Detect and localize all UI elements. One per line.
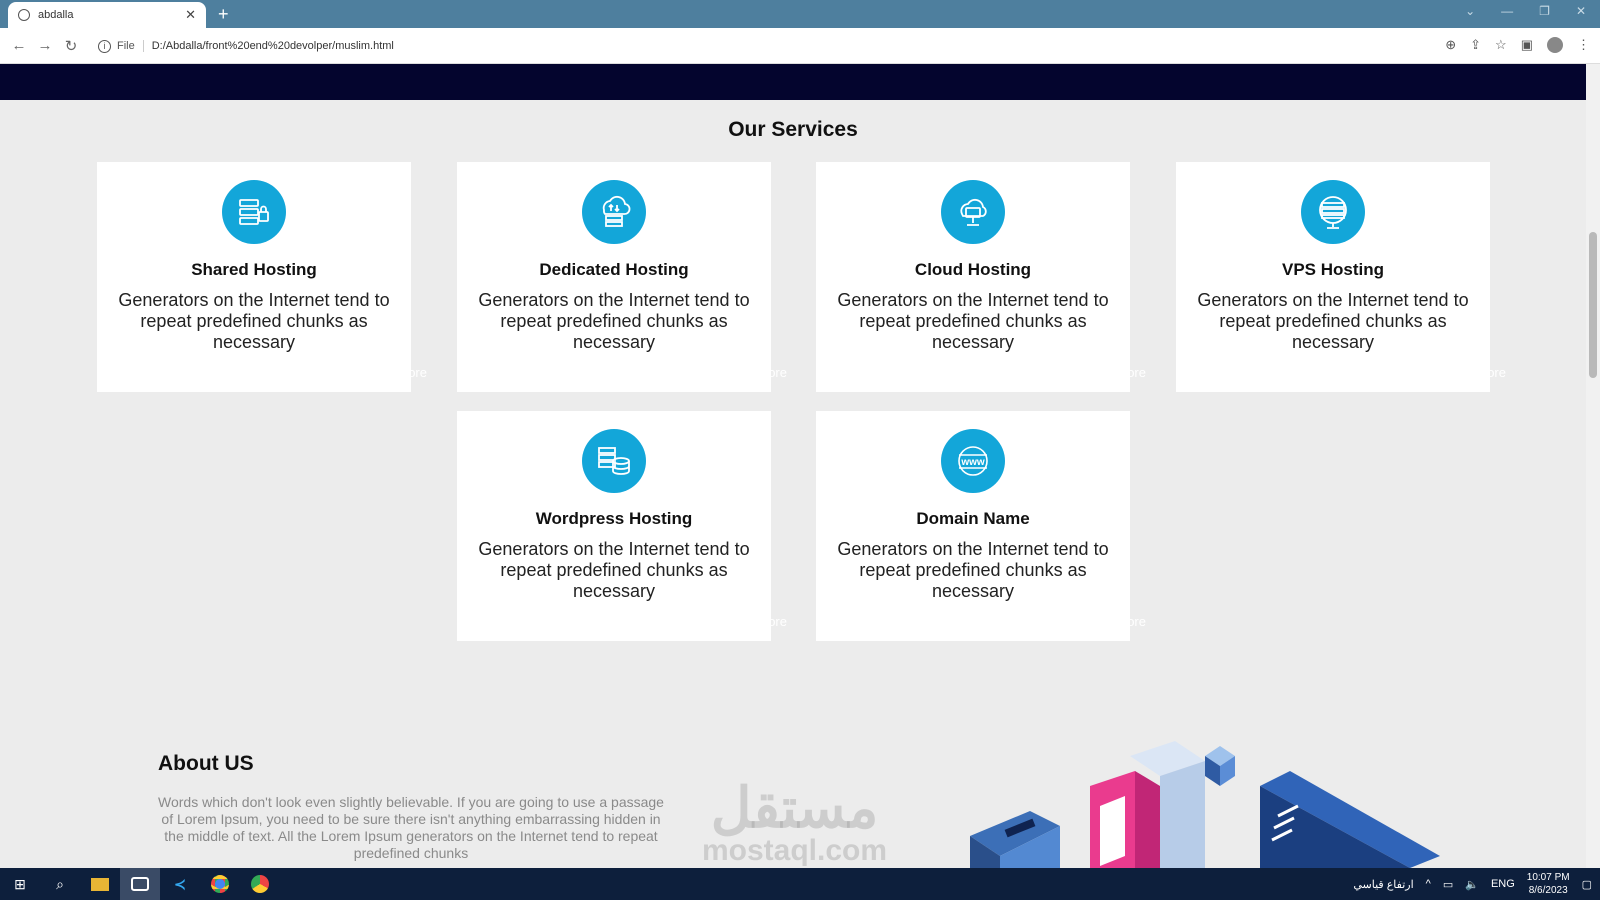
card-text: Generators on the Internet tend to repea… <box>478 539 750 601</box>
system-tray: ارتفاع قياسي ^ ▭ 🔈 ENG 10:07 PM 8/6/2023… <box>1353 868 1592 900</box>
read-more-link[interactable]: ore <box>768 365 787 380</box>
card-title: Dedicated Hosting <box>539 260 689 279</box>
domain-www-icon: www <box>941 429 1005 493</box>
clock-time: 10:07 PM <box>1526 872 1570 883</box>
card-text: Generators on the Internet tend to repea… <box>837 539 1109 601</box>
close-window-icon[interactable]: ✕ <box>1576 4 1586 18</box>
side-panel-icon[interactable]: ▣ <box>1521 37 1533 53</box>
back-icon[interactable]: ← <box>6 37 32 54</box>
card-title: Domain Name <box>916 509 1030 528</box>
network-icon[interactable]: ▭ <box>1443 878 1453 891</box>
clock[interactable]: 10:07 PM 8/6/2023 <box>1527 871 1570 897</box>
watermark-latin: mostaql.com <box>702 834 888 867</box>
card-title: VPS Hosting <box>1281 260 1384 279</box>
services-title: Our Services <box>728 118 858 141</box>
read-more-link[interactable]: ore <box>768 614 787 629</box>
dedicated-hosting-icon <box>582 180 646 244</box>
tray-chevron-icon[interactable]: ^ <box>1426 878 1431 890</box>
chrome-icon[interactable] <box>240 868 280 900</box>
bookmark-star-icon[interactable]: ☆ <box>1495 37 1507 53</box>
profile-avatar-icon[interactable] <box>1547 37 1563 53</box>
url-text[interactable]: D:/Abdalla/front%20end%20devolper/muslim… <box>152 40 394 52</box>
language-indicator[interactable]: ENG <box>1491 878 1515 890</box>
photos-app-icon[interactable] <box>120 868 160 900</box>
zoom-icon[interactable]: ⊕ <box>1445 37 1456 53</box>
page-scrollbar[interactable] <box>1586 64 1600 868</box>
address-bar[interactable]: i File D:/Abdalla/front%20end%20devolper… <box>92 34 1402 58</box>
vscode-icon[interactable]: ≺ <box>160 868 200 900</box>
read-more-link[interactable]: ore <box>408 365 427 380</box>
top-navbar <box>0 64 1586 100</box>
about-title: About US <box>158 752 254 775</box>
windows-start-icon[interactable]: ⊞ <box>0 868 40 900</box>
read-more-link[interactable]: ore <box>1487 365 1506 380</box>
service-card: Dedicated Hosting Generators on the Inte… <box>457 162 787 392</box>
card-title: Shared Hosting <box>191 260 317 279</box>
chrome-icon[interactable] <box>200 868 240 900</box>
weather-label[interactable]: ارتفاع قياسي <box>1353 878 1413 891</box>
url-scheme-label: File <box>117 40 144 52</box>
service-card: Cloud Hosting Generators on the Internet… <box>816 162 1146 392</box>
info-icon[interactable]: i <box>98 39 111 53</box>
reload-icon[interactable]: ↻ <box>58 37 84 55</box>
read-more-link[interactable]: ore <box>1127 365 1146 380</box>
tab-title: abdalla <box>38 9 74 21</box>
page-viewport: Our Services Shared Hosting Generators o… <box>0 64 1586 868</box>
mostaql-watermark: مستقل mostaql.com <box>702 776 888 867</box>
close-tab-icon[interactable]: ✕ <box>185 7 196 23</box>
share-icon[interactable]: ⇪ <box>1470 37 1481 53</box>
card-text: Generators on the Internet tend to repea… <box>837 290 1109 352</box>
service-card: www Domain Name Generators on the Intern… <box>816 411 1146 641</box>
window-controls: ⌄ — ❐ ✕ <box>1465 4 1586 18</box>
isometric-illustration <box>970 741 1440 868</box>
shared-hosting-icon <box>222 180 286 244</box>
card-title: Wordpress Hosting <box>535 509 693 528</box>
clock-date: 8/6/2023 <box>1528 885 1568 896</box>
card-text: Generators on the Internet tend to repea… <box>1197 290 1469 352</box>
browser-tab[interactable]: abdalla ✕ <box>8 2 206 28</box>
card-title: Cloud Hosting <box>914 260 1032 279</box>
file-explorer-icon[interactable] <box>80 868 120 900</box>
watermark-arabic: مستقل <box>710 776 879 839</box>
svg-text:www: www <box>960 457 985 468</box>
search-icon[interactable]: ⌕ <box>40 868 80 900</box>
about-text: Words which don't look even slightly bel… <box>158 794 664 861</box>
card-text: Generators on the Internet tend to repea… <box>478 290 750 352</box>
menu-dots-icon[interactable]: ⋮ <box>1577 37 1590 53</box>
tab-search-icon[interactable]: ⌄ <box>1465 4 1475 18</box>
cloud-hosting-icon <box>941 180 1005 244</box>
service-card: VPS Hosting Generators on the Internet t… <box>1176 162 1506 392</box>
forward-icon[interactable]: → <box>32 37 58 54</box>
wordpress-hosting-icon <box>582 429 646 493</box>
globe-icon <box>18 9 30 21</box>
service-card: Shared Hosting Generators on the Interne… <box>97 162 427 392</box>
browser-tab-strip: abdalla ✕ + ⌄ — ❐ ✕ <box>0 0 1600 28</box>
windows-taskbar: ⊞ ⌕ ≺ ارتفاع قياسي ^ ▭ 🔈 ENG 10:07 PM 8/… <box>0 868 1600 900</box>
restore-icon[interactable]: ❐ <box>1539 4 1550 18</box>
scrollbar-thumb[interactable] <box>1589 232 1597 378</box>
notifications-icon[interactable]: ▢ <box>1582 878 1592 891</box>
address-bar-row: ← → ↻ i File D:/Abdalla/front%20end%20de… <box>0 28 1600 64</box>
vps-hosting-icon <box>1301 180 1365 244</box>
card-text: Generators on the Internet tend to repea… <box>118 290 390 352</box>
minimize-icon[interactable]: — <box>1501 4 1513 18</box>
service-card: Wordpress Hosting Generators on the Inte… <box>457 411 787 641</box>
new-tab-button[interactable]: + <box>218 4 229 25</box>
read-more-link[interactable]: ore <box>1127 614 1146 629</box>
volume-icon[interactable]: 🔈 <box>1465 878 1479 891</box>
